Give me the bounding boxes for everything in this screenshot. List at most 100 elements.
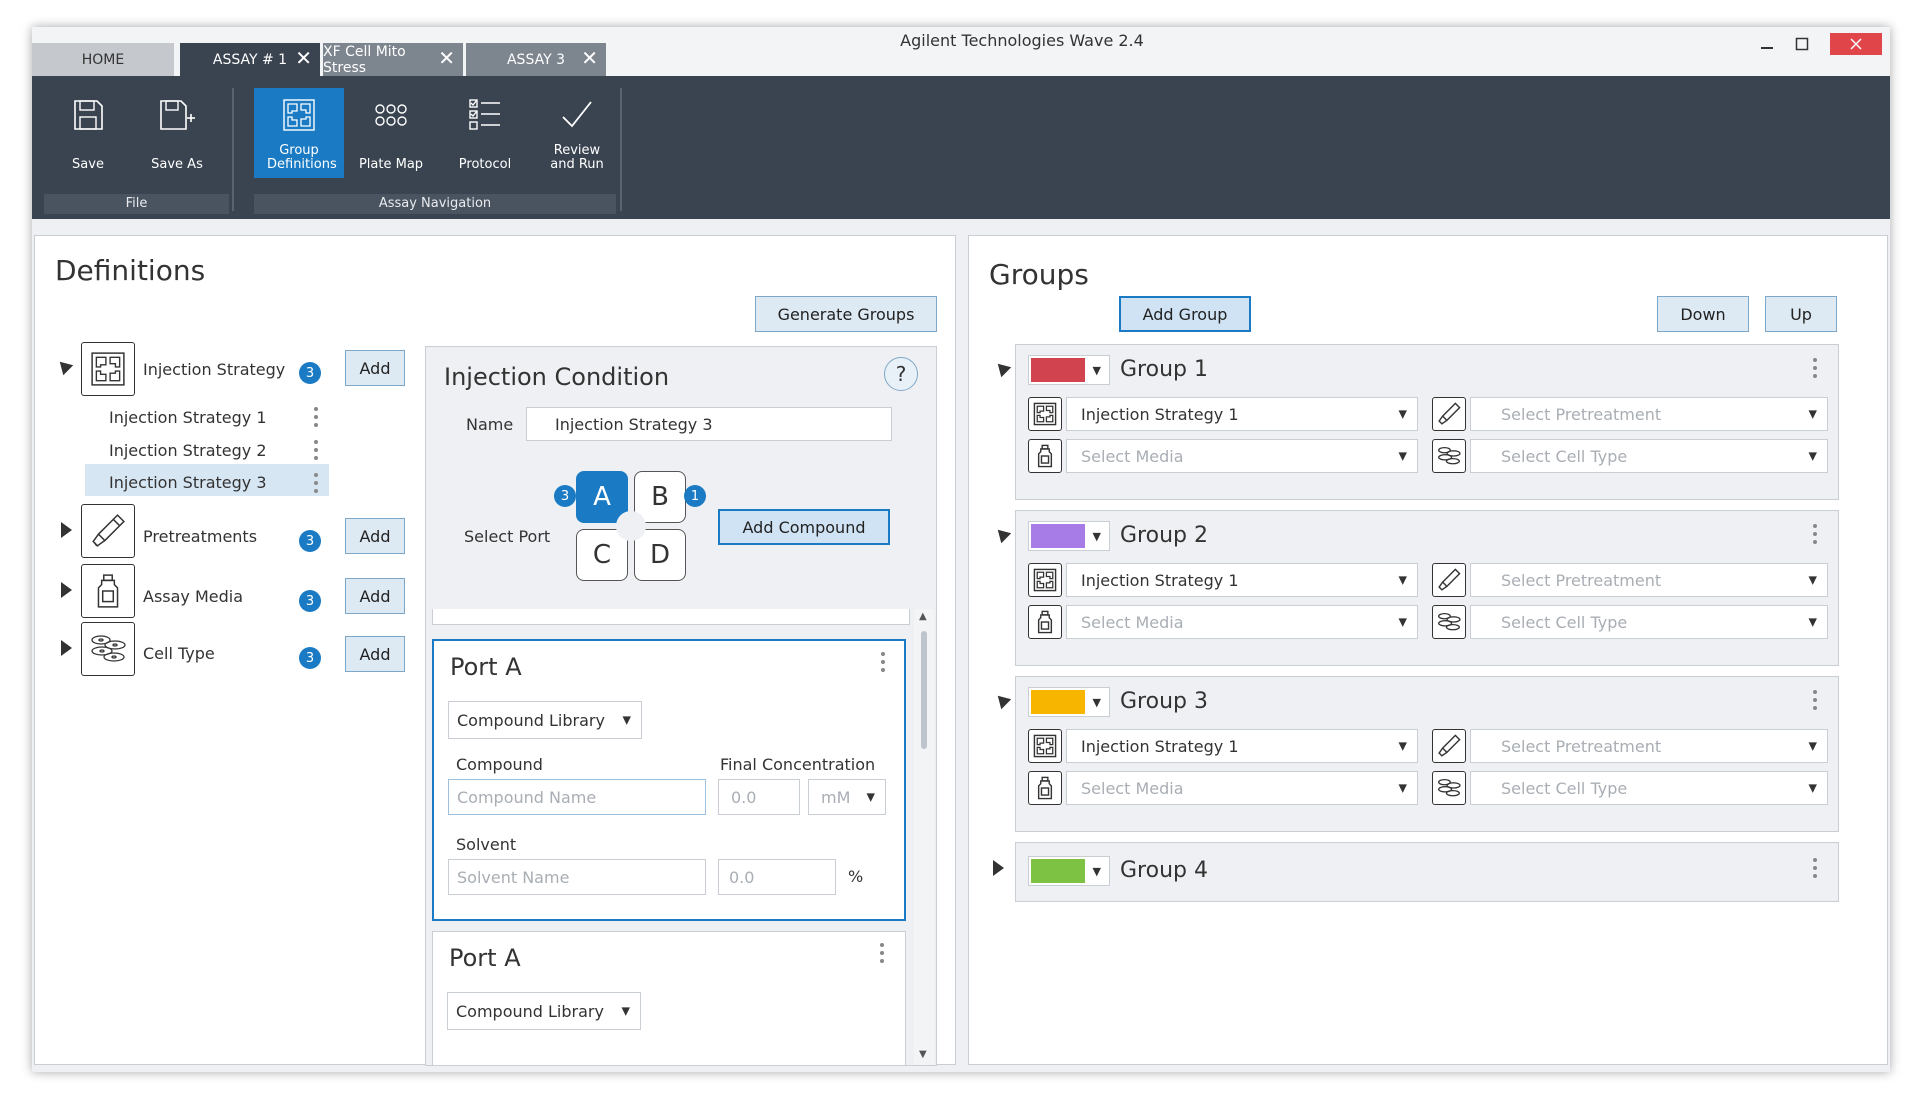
add-compound-button[interactable]: Add Compound [718,509,890,545]
scrollbar-thumb[interactable] [921,631,927,749]
more-options-icon[interactable] [313,470,319,497]
compound-library-dropdown[interactable]: Compound Library ▼ [448,701,642,739]
compound-name-input[interactable]: Compound Name [448,779,706,815]
cell-type-dropdown[interactable]: Select Cell Type ▼ [1470,771,1828,805]
definitions-title: Definitions [55,254,206,287]
checkmark-icon [562,101,592,128]
group-color-picker[interactable]: ▼ [1028,687,1110,717]
more-options-icon[interactable] [313,437,319,464]
expand-arrow-icon[interactable] [61,640,72,656]
help-icon[interactable]: ? [884,357,918,391]
more-options-icon[interactable] [313,404,319,431]
media-dropdown[interactable]: Select Media ▼ [1066,771,1418,805]
media-dropdown[interactable]: Select Media ▼ [1066,605,1418,639]
add-assay-media-button[interactable]: Add [345,578,405,614]
tab-assay-3[interactable]: ASSAY 3 ✕ [466,43,606,76]
pretreatment-dropdown[interactable]: Select Pretreatment ▼ [1470,563,1828,597]
dropdown-arrow-icon: ▼ [1398,781,1407,795]
review-and-run-button[interactable]: Review and Run [532,88,622,178]
select-port-label: Select Port [464,527,551,546]
group-color-picker[interactable]: ▼ [1028,856,1110,886]
collapse-arrow-icon[interactable] [992,358,1012,378]
tab-home[interactable]: HOME [32,43,174,76]
dropdown-arrow-icon: ▼ [1398,615,1407,629]
strategy-name-input[interactable]: Injection Strategy 3 [526,407,892,441]
group-definitions-label: Group Definitions [267,143,337,172]
cell-type-dropdown[interactable]: Select Cell Type ▼ [1470,439,1828,473]
group-card: ▼ Group 3 Injection Strategy 1 ▼ Select P… [1015,676,1839,832]
expand-arrow-icon[interactable] [61,522,72,538]
close-tab-icon[interactable]: ✕ [581,48,598,68]
close-window-icon[interactable] [1830,33,1882,55]
selected-strategy: Injection Strategy 1 [1081,570,1239,590]
media-dropdown[interactable]: Select Media ▼ [1066,439,1418,473]
solvent-name-input[interactable]: Solvent Name [448,859,706,895]
strategy-list-item[interactable]: Injection Strategy 2 [109,441,267,460]
strategy-list-item[interactable]: Injection Strategy 1 [109,408,267,427]
more-options-icon[interactable] [1812,355,1818,382]
maximize-icon[interactable] [1789,33,1815,55]
unit-dropdown[interactable]: mM ▼ [808,779,886,815]
group-color-picker[interactable]: ▼ [1028,521,1110,551]
add-pretreatment-button[interactable]: Add [345,518,405,554]
save-as-label: Save As [151,157,203,172]
solvent-percent-input[interactable]: 0.0 [718,859,836,895]
assay-navigation-group-label: Assay Navigation [254,194,616,214]
more-options-icon[interactable] [1812,687,1818,714]
save-as-button[interactable]: Save As [132,88,222,178]
concentration-input[interactable]: 0.0 [718,779,800,815]
groups-panel: Groups Add Group Down Up ▼ Group 1 Injec… [968,235,1888,1065]
dropdown-arrow-icon: ▼ [1398,407,1407,421]
port-b-count-badge: 1 [684,485,706,507]
collapse-arrow-icon[interactable] [992,524,1012,544]
collapse-arrow-icon[interactable] [54,356,74,376]
generate-groups-button[interactable]: Generate Groups [755,296,937,332]
injection-strategy-dropdown[interactable]: Injection Strategy 1 ▼ [1066,397,1418,431]
more-options-icon[interactable] [1812,855,1818,882]
cell-type-placeholder: Select Cell Type [1501,446,1628,466]
group-definitions-button[interactable]: Group Definitions [254,88,344,178]
close-tab-icon[interactable]: ✕ [295,48,312,68]
injection-strategy-icon [1028,397,1062,431]
more-options-icon[interactable] [1812,521,1818,548]
tab-home-label: HOME [81,51,125,68]
cell-type-placeholder: Select Cell Type [1501,612,1628,632]
save-icon [74,100,103,130]
add-cell-type-button[interactable]: Add [345,636,405,672]
expand-arrow-icon[interactable] [61,582,72,598]
plate-map-button[interactable]: Plate Map [346,88,436,178]
injection-strategy-dropdown[interactable]: Injection Strategy 1 ▼ [1066,729,1418,763]
port-card: Port A Compound Library ▼ Compound Final… [432,639,906,921]
group-color-picker[interactable]: ▼ [1028,355,1110,385]
more-options-icon[interactable] [879,940,885,967]
group-name: Group 2 [1120,523,1208,548]
protocol-button[interactable]: Protocol [440,88,530,178]
dropdown-arrow-icon: ▼ [1092,530,1101,543]
add-group-button[interactable]: Add Group [1119,296,1251,332]
pretreatment-dropdown[interactable]: Select Pretreatment ▼ [1470,397,1828,431]
injection-strategy-dropdown[interactable]: Injection Strategy 1 ▼ [1066,563,1418,597]
expand-arrow-icon[interactable] [993,860,1004,876]
tab-assay-1[interactable]: ASSAY # 1 ✕ [180,43,320,76]
collapse-arrow-icon[interactable] [992,690,1012,710]
save-button[interactable]: Save [50,88,126,178]
port-card-list: Port A Compound Library ▼ Compound Final… [432,609,910,1065]
cell-type-dropdown[interactable]: Select Cell Type ▼ [1470,605,1828,639]
card-stub [432,609,910,625]
port-d-button[interactable]: D [634,529,686,581]
scrollbar[interactable]: ▲ ▼ [914,609,934,1065]
move-up-button[interactable]: Up [1765,296,1837,332]
category-label: Assay Media [143,587,244,606]
minimize-icon[interactable] [1754,33,1780,55]
strategy-list-item[interactable]: Injection Strategy 3 [109,473,267,492]
tab-xf-cell-mito-stress[interactable]: XF Cell Mito Stress ✕ [323,43,463,76]
scroll-up-icon[interactable]: ▲ [919,611,927,622]
group-color-swatch [1031,859,1085,883]
close-tab-icon[interactable]: ✕ [438,48,455,68]
more-options-icon[interactable] [880,649,886,676]
scroll-down-icon[interactable]: ▼ [919,1049,927,1060]
move-down-button[interactable]: Down [1657,296,1749,332]
add-injection-strategy-button[interactable]: Add [345,350,405,386]
compound-library-dropdown[interactable]: Compound Library ▼ [447,992,641,1030]
pretreatment-dropdown[interactable]: Select Pretreatment ▼ [1470,729,1828,763]
